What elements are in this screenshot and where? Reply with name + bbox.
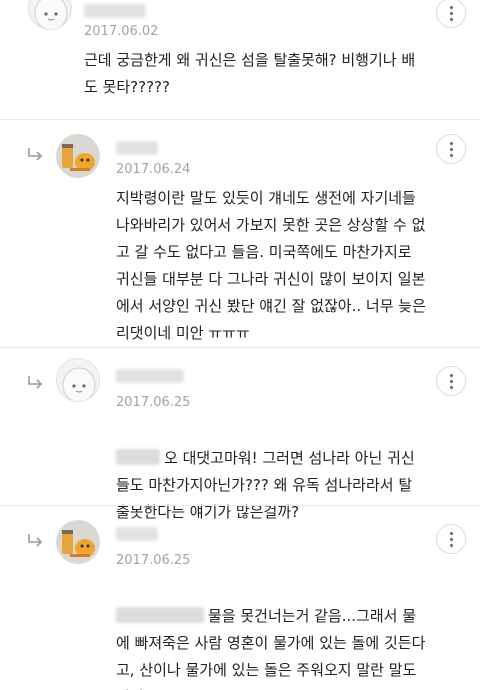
mention-redacted: [116, 607, 204, 623]
comment-text-line1: 오 대댓고마워! 그러면 섬나라 아닌 귀신: [164, 449, 415, 467]
reply-item: 2017.06.25 물을 못건너는거 같음...그래서 물 에 빠져죽은 사람…: [0, 506, 480, 690]
ghost-avatar-icon[interactable]: [56, 358, 100, 402]
mention-redacted: [116, 449, 160, 465]
comment-text: 근데 궁금한게 왜 귀신은 섬을 탈출못해? 비행기나 배 도 못타?????: [84, 51, 416, 96]
more-options-button[interactable]: [436, 366, 466, 396]
reply-item: 2017.06.24 지박령이란 말도 있듯이 걔네도 생전에 자기네들 나와바…: [0, 120, 480, 348]
ghost-avatar-icon[interactable]: [28, 0, 72, 30]
nickname-redacted: [116, 141, 158, 155]
more-vertical-icon: [449, 141, 453, 157]
more-vertical-icon: [449, 531, 453, 547]
nickname-redacted: [84, 4, 146, 18]
reply-arrow-icon: [28, 148, 43, 161]
more-options-button[interactable]: [436, 0, 466, 28]
comment-date: 2017.06.25: [116, 553, 191, 568]
comment-text-rest: 에 빠져죽은 사람 영혼이 물가에 있는 돌에 깃든다 고, 산이나 물가에 있…: [116, 634, 426, 690]
comment-date: 2017.06.24: [116, 162, 191, 177]
reply-arrow-icon: [28, 376, 43, 389]
comment-text-line1: 물을 못건너는거 같음...그래서 물: [208, 607, 417, 625]
more-options-button[interactable]: [436, 524, 466, 554]
comment-item: 2017.06.02 근데 궁금한게 왜 귀신은 섬을 탈출못해? 비행기나 배…: [0, 0, 480, 120]
more-vertical-icon: [449, 373, 453, 389]
duck-avatar-icon[interactable]: [56, 134, 100, 178]
more-options-button[interactable]: [436, 134, 466, 164]
comment-date: 2017.06.02: [84, 24, 159, 39]
comment-text: 물을 못건너는거 같음...그래서 물 에 빠져죽은 사람 영혼이 물가에 있는…: [116, 576, 476, 690]
comment-date: 2017.06.25: [116, 395, 191, 410]
duck-avatar-icon[interactable]: [56, 520, 100, 564]
more-vertical-icon: [449, 5, 453, 21]
reply-item: 2017.06.25 오 대댓고마워! 그러면 섬나라 아닌 귀신 들도 마찬가…: [0, 348, 480, 521]
nickname-redacted: [116, 527, 158, 541]
nickname-redacted: [116, 369, 184, 383]
reply-arrow-icon: [28, 534, 43, 547]
comment-text: 지박령이란 말도 있듯이 걔네도 생전에 자기네들 나와바리가 있어서 가보지 …: [116, 189, 426, 342]
